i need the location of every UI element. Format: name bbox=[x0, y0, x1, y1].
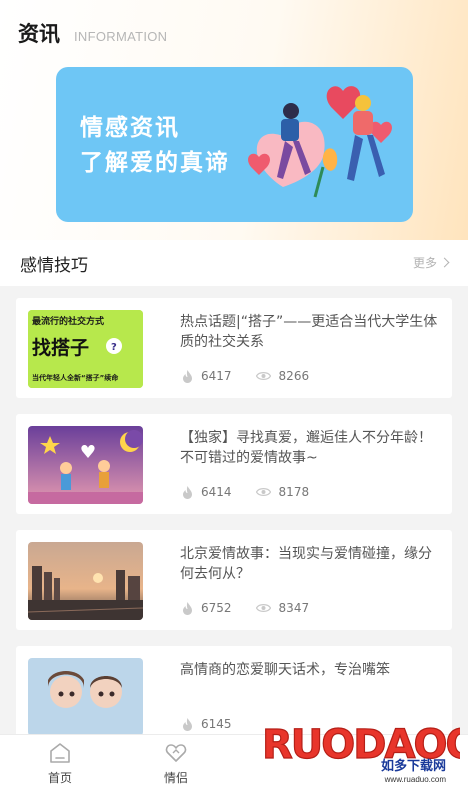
flame-icon bbox=[183, 601, 192, 615]
article-card[interactable]: 北京爱情故事：当现实与爱情碰撞，缘分何去何从？ 6752 8347 bbox=[16, 530, 452, 630]
page-subtitle: INFORMATION bbox=[74, 29, 168, 44]
article-title: 北京爱情故事：当现实与爱情碰撞，缘分何去何从？ bbox=[180, 546, 432, 582]
couple-illustration bbox=[248, 86, 392, 198]
views-count: 8347 bbox=[278, 601, 310, 615]
eye-icon bbox=[255, 604, 271, 612]
heart-icon bbox=[165, 744, 187, 762]
more-link[interactable]: 更多 bbox=[412, 254, 450, 271]
banner-text: 情感资讯 了解爱的真谛 bbox=[80, 111, 230, 181]
views-count: 8266 bbox=[278, 369, 310, 383]
section-header: 感情技巧 更多 bbox=[0, 240, 468, 286]
views-stat: 8178 bbox=[255, 485, 310, 499]
site-watermark: RUODAOO 如多下载网 www.ruaduo.com bbox=[260, 714, 468, 784]
views-stat: 8347 bbox=[255, 601, 310, 615]
watermark-url: www.ruaduo.com bbox=[384, 775, 446, 784]
views-count: 8178 bbox=[278, 485, 310, 499]
svg-text:?: ? bbox=[111, 342, 117, 353]
article-thumbnail bbox=[28, 658, 143, 736]
article-thumbnail: 最流行的社交方式 找搭子 ? 当代年轻人全新“搭子”续命 bbox=[28, 310, 143, 388]
article-card[interactable]: 最流行的社交方式 找搭子 ? 当代年轻人全新“搭子”续命 热点话题|“搭子”——… bbox=[16, 298, 452, 398]
tab-home[interactable]: 首页 bbox=[30, 741, 90, 786]
watermark-cn: 如多下载网 bbox=[380, 759, 446, 774]
views-stat: 8266 bbox=[255, 369, 310, 383]
tab-couple-label: 情侣 bbox=[163, 771, 188, 785]
promo-banner[interactable]: 情感资讯 了解爱的真谛 bbox=[56, 67, 413, 222]
section-title: 感情技巧 bbox=[20, 256, 88, 276]
home-icon bbox=[50, 743, 70, 763]
eye-icon bbox=[255, 488, 271, 496]
tab-couple[interactable]: 情侣 bbox=[146, 741, 206, 786]
banner-line-2: 了解爱的真谛 bbox=[80, 150, 230, 176]
likes-count: 6145 bbox=[201, 717, 232, 731]
flame-icon bbox=[183, 485, 192, 499]
banner-line-1: 情感资讯 bbox=[80, 115, 180, 141]
article-title: 高情商的恋爱聊天话术，专治嘴笨 bbox=[180, 662, 390, 678]
more-label: 更多 bbox=[412, 256, 437, 270]
flame-icon bbox=[183, 717, 192, 731]
tab-home-label: 首页 bbox=[47, 771, 72, 785]
thumb-line-1: 最流行的社交方式 bbox=[32, 315, 104, 327]
thumb-line-2: 找搭子 bbox=[32, 336, 89, 359]
article-thumbnail bbox=[28, 426, 143, 504]
flame-icon bbox=[183, 369, 192, 383]
likes-stat: 6414 bbox=[182, 485, 232, 499]
likes-count: 6752 bbox=[201, 601, 232, 615]
article-title: 【独家】寻找真爱，邂逅佳人不分年龄！不可错过的爱情故事~ bbox=[180, 430, 432, 466]
likes-stat: 6145 bbox=[182, 717, 232, 731]
article-card[interactable]: 【独家】寻找真爱，邂逅佳人不分年龄！不可错过的爱情故事~ 6414 8178 bbox=[16, 414, 452, 514]
likes-count: 6414 bbox=[201, 485, 232, 499]
article-stats: 6145 bbox=[182, 717, 256, 731]
article-stats: 6414 8178 bbox=[182, 485, 333, 499]
article-thumbnail bbox=[28, 542, 143, 620]
eye-icon bbox=[255, 372, 271, 380]
likes-stat: 6417 bbox=[182, 369, 232, 383]
likes-count: 6417 bbox=[201, 369, 232, 383]
article-stats: 6752 8347 bbox=[182, 601, 333, 615]
page-title: 资讯 bbox=[18, 22, 60, 46]
page-header: 资讯 INFORMATION bbox=[18, 18, 167, 48]
chevron-right-icon bbox=[439, 257, 450, 268]
article-stats: 6417 8266 bbox=[182, 369, 333, 383]
likes-stat: 6752 bbox=[182, 601, 232, 615]
article-title: 热点话题|“搭子”——更适合当代大学生体质的社交关系 bbox=[180, 314, 438, 350]
thumb-line-3: 当代年轻人全新“搭子”续命 bbox=[32, 373, 119, 382]
